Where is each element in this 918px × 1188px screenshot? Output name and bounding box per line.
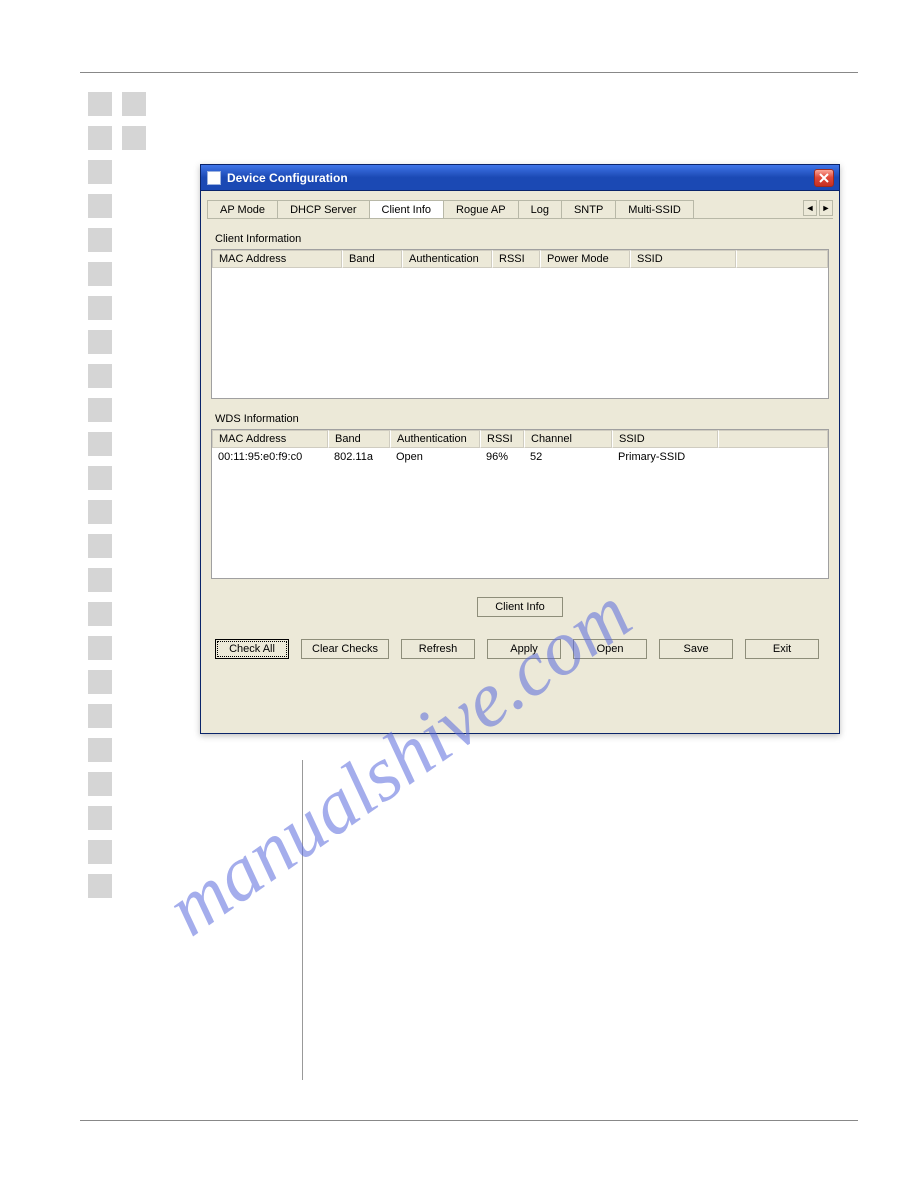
clear-checks-button[interactable]: Clear Checks — [301, 639, 389, 659]
client-info-heading: Client Information — [215, 233, 829, 245]
col-rssi[interactable]: RSSI — [480, 430, 524, 448]
tab-client-info[interactable]: Client Info — [369, 200, 445, 218]
tab-dhcp-server[interactable]: DHCP Server — [277, 200, 369, 218]
wds-info-heading: WDS Information — [215, 413, 829, 425]
tab-ap-mode[interactable]: AP Mode — [207, 200, 278, 218]
tab-multi-ssid[interactable]: Multi-SSID — [615, 200, 694, 218]
wds-info-listview[interactable]: MAC Address Band Authentication RSSI Cha… — [211, 429, 829, 579]
refresh-button[interactable]: Refresh — [401, 639, 475, 659]
titlebar[interactable]: Device Configuration — [201, 165, 839, 191]
col-rssi[interactable]: RSSI — [492, 250, 540, 268]
close-button[interactable] — [814, 169, 834, 187]
cell-auth: Open — [390, 450, 480, 464]
col-authentication[interactable]: Authentication — [402, 250, 492, 268]
cell-rssi: 96% — [480, 450, 524, 464]
open-button[interactable]: Open — [573, 639, 647, 659]
save-button[interactable]: Save — [659, 639, 733, 659]
col-power-mode[interactable]: Power Mode — [540, 250, 630, 268]
col-ssid[interactable]: SSID — [612, 430, 718, 448]
col-filler — [718, 430, 828, 448]
table-row[interactable]: 00:11:95:e0:f9:c0 802.11a Open 96% 52 Pr… — [212, 448, 828, 464]
tab-sntp[interactable]: SNTP — [561, 200, 616, 218]
window-icon — [207, 171, 221, 185]
tab-strip: AP Mode DHCP Server Client Info Rogue AP… — [207, 195, 833, 219]
apply-button[interactable]: Apply — [487, 639, 561, 659]
col-channel[interactable]: Channel — [524, 430, 612, 448]
check-all-button[interactable]: Check All — [215, 639, 289, 659]
col-filler — [736, 250, 828, 268]
col-band[interactable]: Band — [328, 430, 390, 448]
decorative-squares — [88, 92, 146, 898]
vertical-separator — [302, 760, 303, 1080]
tab-scroll-left[interactable]: ◄ — [803, 200, 817, 216]
tab-log[interactable]: Log — [518, 200, 562, 218]
cell-ssid: Primary-SSID — [612, 450, 718, 464]
col-mac-address[interactable]: MAC Address — [212, 430, 328, 448]
page-rule-top — [80, 72, 858, 73]
tab-rogue-ap[interactable]: Rogue AP — [443, 200, 519, 218]
cell-mac: 00:11:95:e0:f9:c0 — [212, 450, 328, 464]
device-configuration-window: Device Configuration AP Mode DHCP Server… — [200, 164, 840, 734]
window-title: Device Configuration — [227, 171, 348, 185]
col-band[interactable]: Band — [342, 250, 402, 268]
close-icon — [819, 173, 829, 183]
page-rule-bottom — [80, 1120, 858, 1121]
tab-scroll-right[interactable]: ► — [819, 200, 833, 216]
col-authentication[interactable]: Authentication — [390, 430, 480, 448]
client-info-button[interactable]: Client Info — [477, 597, 563, 617]
cell-channel: 52 — [524, 450, 612, 464]
client-info-listview[interactable]: MAC Address Band Authentication RSSI Pow… — [211, 249, 829, 399]
col-ssid[interactable]: SSID — [630, 250, 736, 268]
exit-button[interactable]: Exit — [745, 639, 819, 659]
cell-band: 802.11a — [328, 450, 390, 464]
col-mac-address[interactable]: MAC Address — [212, 250, 342, 268]
